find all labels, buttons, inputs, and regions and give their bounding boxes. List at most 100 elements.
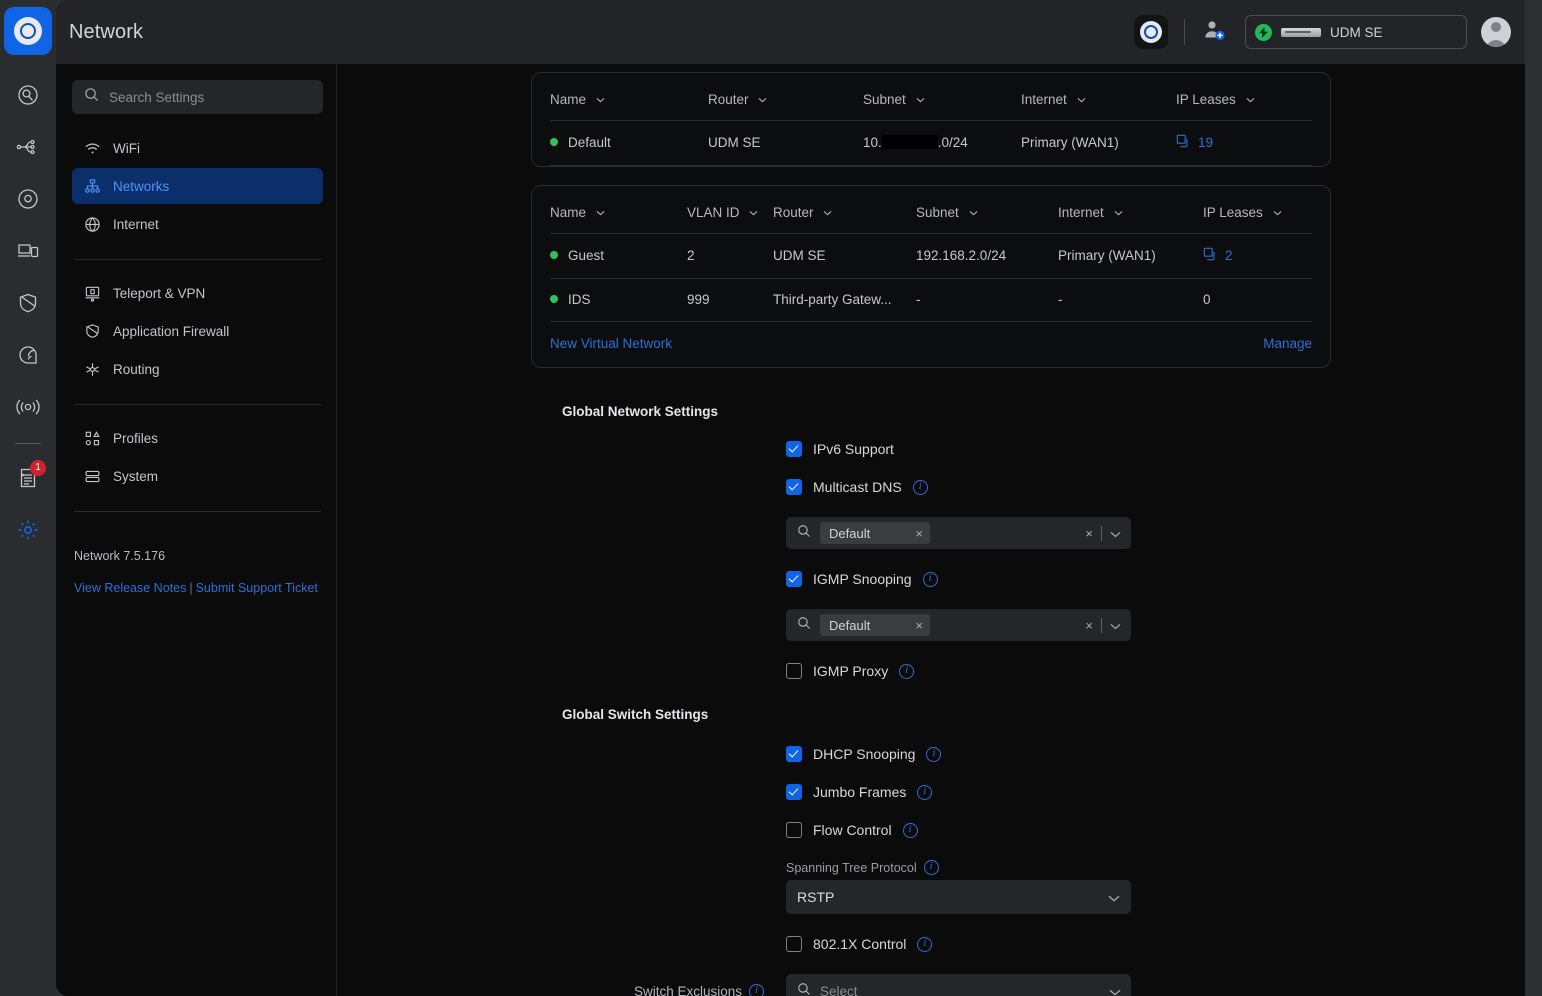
- app-body: WiFi Networks: [56, 64, 1525, 996]
- cell-subnet: 192.168.2.0/24: [916, 233, 1058, 279]
- clear-icon[interactable]: ×: [1085, 618, 1093, 633]
- jumbo-frames-checkbox[interactable]: [786, 784, 802, 800]
- rail-item-settings[interactable]: [0, 504, 56, 556]
- rail-item-devices[interactable]: [0, 225, 56, 277]
- table-row[interactable]: IDS 999 Third-party Gatew... - - 0: [550, 278, 1312, 322]
- igmp-snooping-network-select[interactable]: Default × ×: [786, 609, 1131, 641]
- rail-item-notifications[interactable]: 1: [0, 452, 56, 504]
- col-header-name[interactable]: Name: [550, 186, 687, 234]
- firewall-shield-icon: [84, 323, 101, 340]
- col-header-vlan-id[interactable]: VLAN ID: [687, 186, 773, 234]
- nav-group-network: WiFi Networks Internet: [72, 130, 323, 244]
- col-header-router[interactable]: Router: [708, 73, 863, 121]
- sidebar-item-application-firewall[interactable]: Application Firewall: [72, 313, 323, 349]
- remove-tag-icon[interactable]: ×: [915, 618, 923, 633]
- igmp-proxy-checkbox-row[interactable]: IGMP Proxy i: [786, 663, 1331, 679]
- sidebar-item-networks[interactable]: Networks: [72, 168, 323, 204]
- chevron-down-icon[interactable]: [1110, 526, 1121, 541]
- sidebar-item-internet[interactable]: Internet: [72, 206, 323, 242]
- ipv6-support-checkbox-row[interactable]: IPv6 Support: [786, 441, 1331, 457]
- info-icon[interactable]: i: [923, 860, 939, 875]
- col-header-ip-leases[interactable]: IP Leases: [1176, 73, 1312, 121]
- col-header-internet[interactable]: Internet: [1021, 73, 1176, 121]
- cell-vlan-id: 2: [687, 233, 773, 279]
- switch-exclusions-select[interactable]: Select: [786, 974, 1131, 996]
- links-separator: |: [189, 581, 193, 595]
- igmp-snooping-label: IGMP Snooping: [813, 571, 912, 587]
- chevron-down-icon[interactable]: [1110, 618, 1121, 633]
- col-header-router[interactable]: Router: [773, 186, 916, 234]
- chevron-down-icon[interactable]: [1109, 984, 1121, 996]
- dhcp-snooping-checkbox[interactable]: [786, 746, 802, 762]
- col-header-ip-leases[interactable]: IP Leases: [1203, 186, 1312, 234]
- table-row[interactable]: Guest 2 UDM SE 192.168.2.0/24 Primary (W…: [550, 233, 1312, 279]
- info-icon[interactable]: i: [917, 784, 933, 800]
- info-icon[interactable]: i: [902, 822, 918, 838]
- flow-control-label: Flow Control: [813, 822, 892, 838]
- remove-tag-icon[interactable]: ×: [915, 526, 923, 541]
- row-switch-exclusions: Switch Exclusions i Select: [531, 974, 1331, 996]
- col-label: Subnet: [863, 92, 906, 107]
- flow-control-checkbox[interactable]: [786, 822, 802, 838]
- col-header-internet[interactable]: Internet: [1058, 186, 1203, 234]
- unifi-logo-icon[interactable]: [4, 7, 52, 55]
- dhcp-snooping-checkbox-row[interactable]: DHCP Snooping i: [786, 746, 1331, 762]
- multicast-dns-checkbox[interactable]: [786, 479, 802, 495]
- info-icon[interactable]: i: [922, 571, 938, 587]
- info-icon[interactable]: i: [899, 663, 915, 679]
- cell-internet: -: [1058, 278, 1203, 322]
- new-virtual-network-link[interactable]: New Virtual Network: [550, 336, 672, 351]
- col-header-subnet[interactable]: Subnet: [916, 186, 1058, 234]
- search-input[interactable]: [109, 89, 311, 105]
- clear-icon[interactable]: ×: [1085, 526, 1093, 541]
- rail-item-shield[interactable]: [0, 277, 56, 329]
- col-header-subnet[interactable]: Subnet: [863, 73, 1021, 121]
- multicast-dns-network-select[interactable]: Default × ×: [786, 517, 1131, 549]
- nav-group-system: Profiles System: [72, 420, 323, 496]
- dot1x-control-checkbox[interactable]: [786, 936, 802, 952]
- cell-name: Default: [550, 120, 708, 166]
- igmp-snooping-checkbox-row[interactable]: IGMP Snooping i: [786, 571, 1331, 587]
- rail-item-broadcast[interactable]: [0, 381, 56, 433]
- igmp-snooping-checkbox[interactable]: [786, 571, 802, 587]
- subnet-prefix: 10.: [863, 135, 882, 150]
- submit-support-ticket-link[interactable]: Submit Support Ticket: [196, 581, 318, 595]
- selected-tag[interactable]: Default ×: [820, 614, 930, 636]
- col-header-name[interactable]: Name: [550, 73, 708, 121]
- sidebar-item-label: Profiles: [113, 430, 159, 446]
- ip-leases-link[interactable]: 2: [1203, 247, 1233, 264]
- account-avatar[interactable]: [1481, 17, 1511, 47]
- profiles-icon: [84, 430, 101, 447]
- info-icon[interactable]: i: [912, 479, 928, 495]
- app-switcher-button[interactable]: [1134, 15, 1168, 49]
- manage-link[interactable]: Manage: [1263, 336, 1312, 351]
- sidebar-item-system[interactable]: System: [72, 458, 323, 494]
- search-settings[interactable]: [72, 80, 323, 114]
- info-icon[interactable]: i: [917, 936, 933, 952]
- rail-item-topology[interactable]: [0, 121, 56, 173]
- ip-leases-link[interactable]: 19: [1176, 134, 1213, 151]
- igmp-proxy-checkbox[interactable]: [786, 663, 802, 679]
- ipv6-support-checkbox[interactable]: [786, 441, 802, 457]
- invite-user-button[interactable]: [1201, 17, 1227, 48]
- nav-group-security: Teleport & VPN Application Firewall Rout…: [72, 275, 323, 389]
- device-selector[interactable]: UDM SE: [1245, 15, 1467, 49]
- multicast-dns-checkbox-row[interactable]: Multicast DNS i: [786, 479, 1331, 495]
- sidebar-item-profiles[interactable]: Profiles: [72, 420, 323, 456]
- table-row[interactable]: Default UDM SE 10. .0/24 Primary (WAN1): [550, 120, 1312, 166]
- selected-tag[interactable]: Default ×: [820, 522, 930, 544]
- sidebar-item-wifi[interactable]: WiFi: [72, 130, 323, 166]
- dot1x-control-checkbox-row[interactable]: 802.1X Control i: [786, 936, 1331, 952]
- flow-control-checkbox-row[interactable]: Flow Control i: [786, 822, 1331, 838]
- rail-item-protect[interactable]: [0, 69, 56, 121]
- spanning-tree-select[interactable]: RSTP: [786, 880, 1131, 914]
- cell-router: Third-party Gatew...: [773, 278, 916, 322]
- info-icon[interactable]: i: [926, 746, 942, 762]
- info-icon[interactable]: i: [749, 983, 764, 996]
- view-release-notes-link[interactable]: View Release Notes: [74, 581, 186, 595]
- sidebar-item-teleport-vpn[interactable]: Teleport & VPN: [72, 275, 323, 311]
- rail-item-talk[interactable]: [0, 329, 56, 381]
- jumbo-frames-checkbox-row[interactable]: Jumbo Frames i: [786, 784, 1331, 800]
- sidebar-item-routing[interactable]: Routing: [72, 351, 323, 387]
- rail-item-access[interactable]: [0, 173, 56, 225]
